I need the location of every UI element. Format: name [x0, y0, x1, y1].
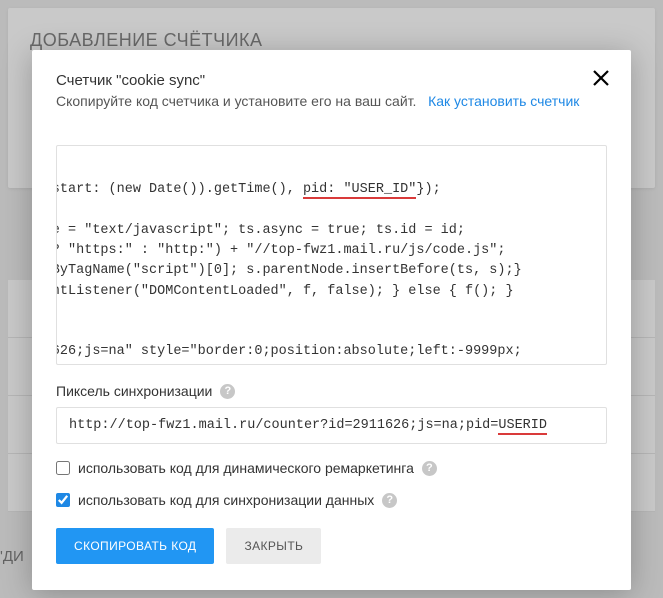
- counter-code-modal: Счетчик "cookie sync" Скопируйте код сче…: [32, 50, 631, 590]
- remarketing-checkbox-row[interactable]: использовать код для динамического ремар…: [56, 460, 607, 476]
- modal-title: Счетчик "cookie sync": [56, 72, 607, 89]
- sync-checkbox-row[interactable]: использовать код для синхронизации данны…: [56, 492, 607, 508]
- sync-checkbox[interactable]: [56, 493, 70, 507]
- help-icon[interactable]: ?: [382, 493, 397, 508]
- remarketing-label: использовать код для динамического ремар…: [78, 460, 414, 476]
- help-icon[interactable]: ?: [422, 461, 437, 476]
- pixel-value-prefix: http://top-fwz1.mail.ru/counter?id=29116…: [69, 418, 498, 433]
- copy-code-button[interactable]: СКОПИРОВАТЬ КОД: [56, 528, 214, 564]
- close-modal-button[interactable]: ЗАКРЫТЬ: [226, 528, 321, 564]
- code-textarea[interactable]: mr = []); eView", start: (new Date()).ge…: [56, 145, 607, 365]
- help-icon[interactable]: ?: [220, 384, 235, 399]
- modal-subtitle: Скопируйте код счетчика и установите его…: [56, 93, 607, 109]
- close-icon: [591, 68, 611, 88]
- remarketing-checkbox[interactable]: [56, 461, 70, 475]
- highlight-userid: USERID: [498, 418, 547, 435]
- help-link[interactable]: Как установить счетчик: [428, 93, 579, 109]
- button-row: СКОПИРОВАТЬ КОД ЗАКРЫТЬ: [56, 528, 607, 564]
- modal-subtitle-text: Скопируйте код счетчика и установите его…: [56, 93, 416, 109]
- highlight-pid: pid: "USER_ID": [303, 182, 416, 199]
- close-button[interactable]: [591, 68, 611, 88]
- pixel-label: Пиксель синхронизации: [56, 383, 212, 399]
- pixel-input[interactable]: http://top-fwz1.mail.ru/counter?id=29116…: [56, 407, 607, 444]
- pixel-label-row: Пиксель синхронизации ?: [56, 383, 607, 399]
- code-content: mr = []); eView", start: (new Date()).ge…: [56, 160, 600, 363]
- sync-label: использовать код для синхронизации данны…: [78, 492, 374, 508]
